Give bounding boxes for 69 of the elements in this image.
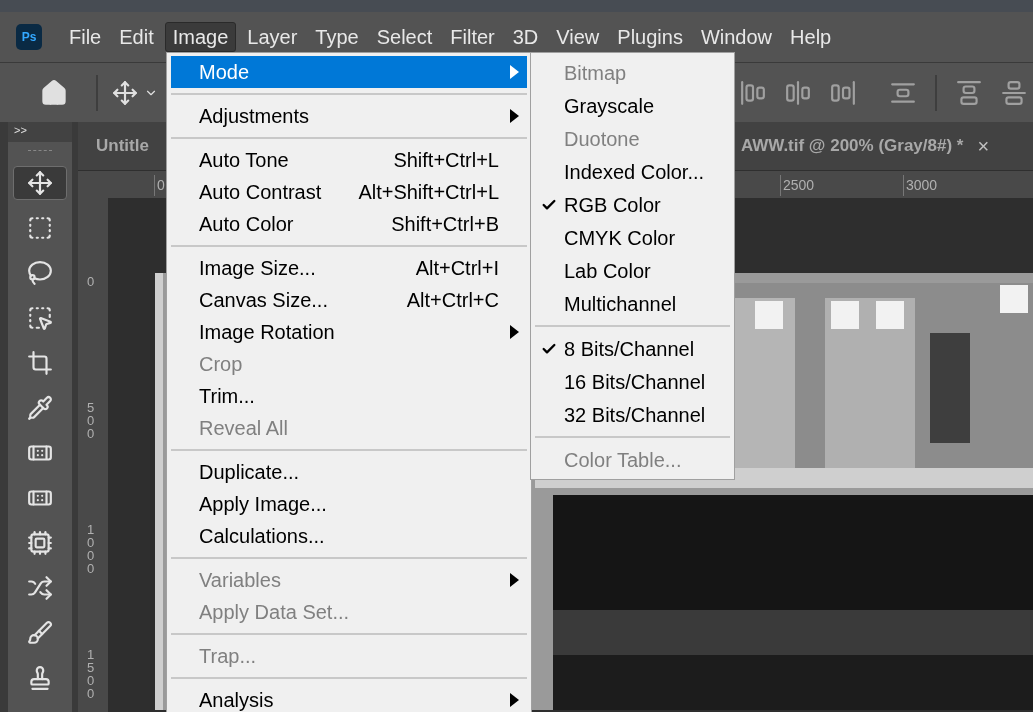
ruler-label: 1000 xyxy=(87,523,95,575)
ruler-label: 2500 xyxy=(780,175,815,196)
menu-title[interactable]: Help xyxy=(783,22,839,52)
menu-item[interactable]: Auto Tone Shift+Ctrl+L xyxy=(171,144,527,176)
menu-item[interactable]: Lab Color xyxy=(531,254,734,287)
menu-title[interactable]: Edit xyxy=(112,22,161,52)
shortcut-text: Shift+Ctrl+L xyxy=(393,148,499,173)
ruler-label: 3000 xyxy=(903,175,938,196)
menu-item[interactable]: 8 Bits/Channel xyxy=(531,332,734,365)
menu-item[interactable]: RGB Color xyxy=(531,188,734,221)
menu-title[interactable]: View xyxy=(549,22,607,52)
shortcut-text: Alt+Ctrl+C xyxy=(406,288,499,313)
menu-item[interactable]: Image Size... Alt+Ctrl+I xyxy=(171,252,527,284)
move-icon xyxy=(27,170,53,196)
menu-title[interactable]: Image xyxy=(164,22,237,52)
shortcut-text: Alt+Ctrl+I xyxy=(415,256,499,281)
align-right-icon[interactable] xyxy=(830,79,856,106)
selection-cursor-icon xyxy=(27,305,53,331)
menu-item[interactable]: Image Rotation xyxy=(171,316,527,348)
menu-item[interactable]: Auto Color Shift+Ctrl+B xyxy=(171,208,527,240)
ruler-label: 1500 xyxy=(87,648,95,700)
menu-title[interactable]: Type xyxy=(308,22,366,52)
align-left-icon[interactable] xyxy=(740,79,766,106)
align-center-icon[interactable] xyxy=(785,79,811,106)
marquee-icon xyxy=(27,215,53,241)
ruler-label: 0 xyxy=(154,175,165,196)
menu-item[interactable]: Adjustments xyxy=(171,100,527,132)
menu-item[interactable]: 32 Bits/Channel xyxy=(531,398,734,431)
align-middle-icon[interactable] xyxy=(1001,79,1027,106)
menu-title[interactable]: Plugins xyxy=(610,22,690,52)
menu-item[interactable]: Duplicate... xyxy=(171,456,527,488)
crossed-arrows-icon xyxy=(27,575,53,601)
menu-item[interactable]: Apply Image... xyxy=(171,488,527,520)
menu-item[interactable]: Canvas Size... Alt+Ctrl+C xyxy=(171,284,527,316)
menu-title[interactable]: Select xyxy=(369,22,440,52)
menu-item[interactable]: Analysis xyxy=(171,684,527,712)
menu-item[interactable]: Trim... xyxy=(171,380,527,412)
tool-button[interactable] xyxy=(13,166,67,200)
menu-title[interactable]: File xyxy=(62,22,109,52)
menu-item[interactable]: Auto Contrast Alt+Shift+Ctrl+L xyxy=(171,176,527,208)
stamp-icon xyxy=(27,665,53,691)
shortcut-text: Shift+Ctrl+B xyxy=(391,212,499,237)
ruler-label: 500 xyxy=(87,401,95,440)
menu-title[interactable]: Layer xyxy=(240,22,305,52)
menu-item[interactable]: Calculations... xyxy=(171,520,527,552)
ruler-label: 0 xyxy=(87,275,95,288)
crop-icon xyxy=(27,350,53,376)
eyedropper-icon xyxy=(27,395,53,421)
brush-icon xyxy=(27,620,53,646)
menu-item[interactable]: CMYK Color xyxy=(531,221,734,254)
home-icon[interactable] xyxy=(40,78,68,107)
lasso-icon xyxy=(27,260,53,286)
menu-item[interactable]: Grayscale xyxy=(531,89,734,122)
shortcut-text: Alt+Shift+Ctrl+L xyxy=(358,180,499,205)
close-tab-button[interactable]: × xyxy=(977,131,990,161)
menu-item[interactable]: 16 Bits/Channel xyxy=(531,365,734,398)
menu-title[interactable]: Filter xyxy=(443,22,502,52)
expand-panel-button[interactable]: >> xyxy=(8,122,72,142)
align-top-icon[interactable] xyxy=(956,79,982,106)
menu-title[interactable]: 3D xyxy=(505,22,546,52)
app-logo[interactable]: Ps xyxy=(16,24,42,50)
frame-icon xyxy=(27,530,53,556)
menu-item[interactable]: Multichannel xyxy=(531,287,734,320)
menu-item[interactable]: Mode xyxy=(171,56,527,88)
move-icon[interactable] xyxy=(112,79,138,106)
document-tab[interactable]: AWW.tif @ 200% (Gray/8#) * xyxy=(740,133,964,159)
document-tab[interactable]: Untitle xyxy=(96,133,149,159)
menu-title[interactable]: Window xyxy=(693,22,780,52)
menu-item[interactable]: Indexed Color... xyxy=(531,155,734,188)
